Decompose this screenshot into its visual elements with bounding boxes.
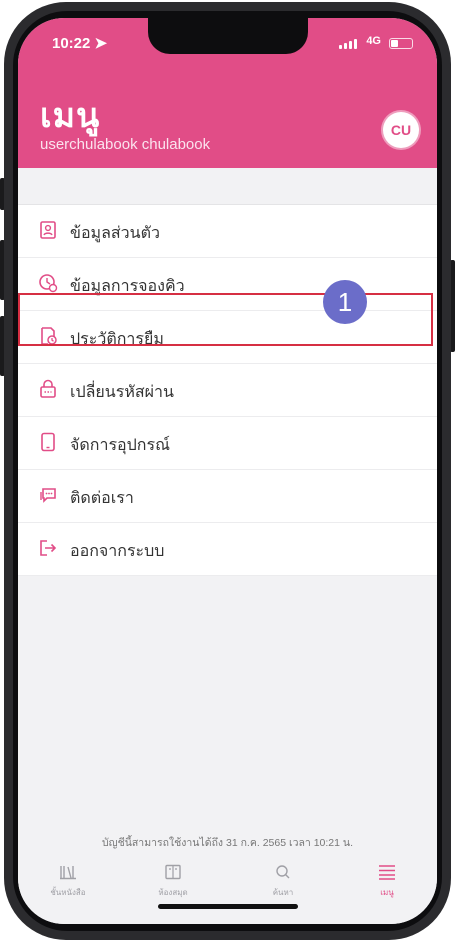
lock-icon — [40, 379, 56, 398]
username-label: userchulabook chulabook — [40, 136, 211, 153]
menu-item-change-password[interactable]: เปลี่ยนรหัสผ่าน — [18, 364, 437, 417]
tab-library[interactable]: ห้องสมุด — [138, 864, 208, 899]
cu-logo-button[interactable]: CU — [383, 112, 419, 148]
step-number: 1 — [337, 286, 353, 317]
menu-item-manage-devices[interactable]: จัดการอุปกรณ์ — [18, 417, 437, 470]
menu-item-label: ออกจากระบบ — [70, 543, 165, 560]
account-expiry-note: บัญชีนี้สามารถใช้งานได้ถึง 31 ก.ค. 2565 … — [101, 837, 353, 849]
menu-item-label: จัดการอุปกรณ์ — [70, 437, 170, 454]
menu-item-label: ติดต่อเรา — [70, 490, 134, 507]
signal-icon — [339, 39, 357, 49]
chat-icon — [40, 488, 56, 503]
status-time: 10:22 ➤ — [52, 35, 108, 52]
home-indicator — [158, 904, 298, 909]
bookshelf-icon — [60, 866, 76, 880]
menu-item-contact[interactable]: ติดต่อเรา — [18, 470, 437, 523]
bottom-tab-bar: ชั้นหนังสือ ห้องสมุด ค้นหา เมนู — [18, 854, 437, 924]
annotation-highlight-box — [18, 293, 433, 346]
menu-icon — [379, 865, 395, 880]
profile-card-icon — [40, 221, 56, 239]
queue-clock-icon — [39, 274, 58, 293]
network-type: 4G — [366, 35, 381, 47]
menu-item-logout[interactable]: ออกจากระบบ — [18, 523, 437, 576]
app-header: 10:22 ➤ 4G เมนู userchulabook chulabook … — [18, 18, 437, 168]
tab-menu[interactable]: เมนู — [352, 864, 422, 899]
logo-text: CU — [390, 122, 412, 138]
step-marker: 1 — [323, 280, 367, 324]
status-bar: 10:22 ➤ 4G — [18, 34, 437, 58]
search-icon — [276, 865, 290, 879]
tab-bookshelf[interactable]: ชั้นหนังสือ — [33, 864, 103, 899]
tab-search[interactable]: ค้นหา — [248, 864, 318, 899]
device-icon — [41, 432, 55, 452]
phone-mockup: 10:22 ➤ 4G เมนู userchulabook chulabook … — [0, 0, 455, 943]
library-icon — [165, 864, 181, 880]
logout-icon — [40, 540, 57, 556]
menu-list: ข้อมูลส่วนตัว ข้อมูลการจองคิว ประวัติการ… — [18, 204, 437, 576]
menu-item-label: เปลี่ยนรหัสผ่าน — [70, 384, 174, 401]
menu-item-label: ข้อมูลส่วนตัว — [70, 225, 160, 242]
app-screen: 10:22 ➤ 4G เมนู userchulabook chulabook … — [18, 18, 437, 924]
battery-icon — [389, 38, 413, 49]
page-title: เมนู — [40, 97, 101, 135]
menu-item-profile[interactable]: ข้อมูลส่วนตัว — [18, 205, 437, 258]
